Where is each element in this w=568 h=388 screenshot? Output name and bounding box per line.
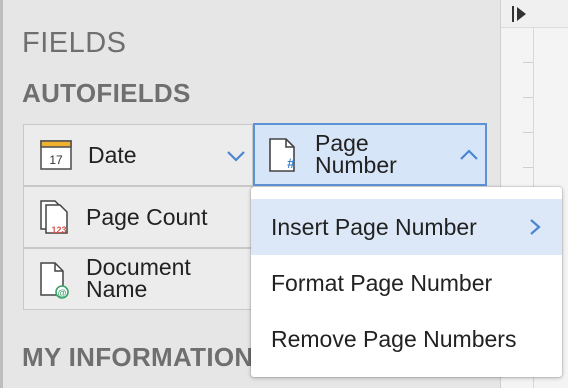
page-number-field-button[interactable]: # Page Number — [253, 123, 487, 186]
menu-item-format-page-number[interactable]: Format Page Number — [251, 255, 562, 311]
autofields-heading: AUTOFIELDS — [22, 78, 191, 108]
page-count-icon: 123 — [40, 200, 68, 235]
page-count-digits: 123 — [51, 225, 66, 235]
document-name-label-line2: Name — [86, 276, 148, 302]
menu-item-label: Insert Page Number — [271, 213, 477, 240]
page-hash-icon: # — [269, 138, 295, 172]
document-name-field-button[interactable]: @ Document Name — [23, 248, 253, 310]
menu-item-remove-page-numbers[interactable]: Remove Page Numbers — [251, 311, 562, 367]
chevron-up-icon[interactable] — [459, 148, 479, 162]
document-name-label-line1: Document — [86, 254, 191, 280]
calendar-day: 17 — [49, 153, 63, 167]
page-number-menu: Insert Page Number Format Page Number Re… — [251, 187, 562, 377]
panel-title: FIELDS — [22, 27, 127, 59]
ruler-tick — [523, 167, 533, 168]
ruler-tick — [523, 62, 533, 63]
menu-item-insert-page-number[interactable]: Insert Page Number — [251, 199, 562, 255]
page-count-label: Page Count — [86, 204, 208, 230]
ruler-tick — [523, 132, 533, 133]
chevron-down-icon[interactable] — [226, 149, 246, 163]
page-count-field-button[interactable]: 123 Page Count — [23, 186, 253, 248]
menu-item-label: Remove Page Numbers — [271, 325, 517, 352]
chevron-right-icon — [530, 219, 541, 235]
svg-text:#: # — [287, 155, 295, 171]
document-name-icon: @ — [40, 262, 69, 299]
date-label: Date — [88, 142, 137, 168]
date-field-button[interactable]: 17 Date — [23, 124, 253, 186]
menu-item-label: Format Page Number — [271, 269, 493, 296]
calendar-icon: 17 — [40, 140, 72, 170]
strip-header — [501, 0, 568, 28]
page-number-label-line2: Number — [315, 152, 397, 178]
my-information-heading: MY INFORMATION — [22, 342, 254, 372]
page-number-label-line1: Page — [315, 130, 369, 156]
svg-text:@: @ — [58, 288, 67, 298]
collapse-panel-icon[interactable] — [509, 4, 529, 24]
ruler-tick — [523, 97, 533, 98]
